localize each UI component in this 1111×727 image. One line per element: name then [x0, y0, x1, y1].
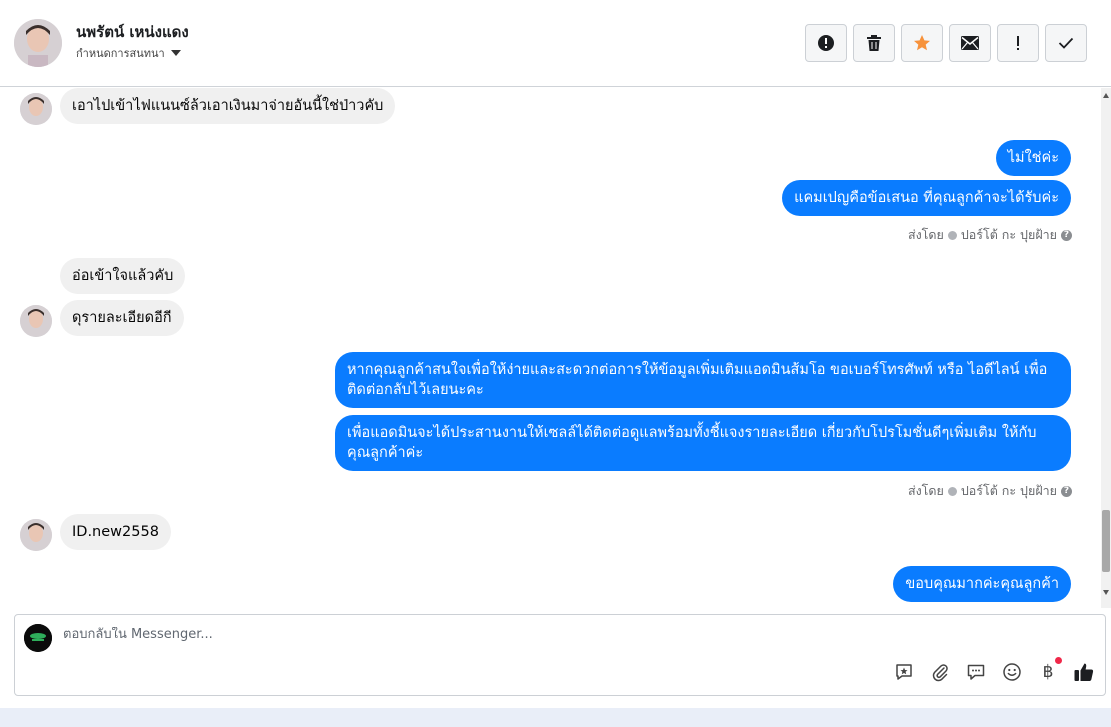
- incoming-message[interactable]: ดุรายละเอียดอีกี: [60, 300, 184, 336]
- incoming-message[interactable]: ID.new2558: [60, 514, 171, 550]
- assign-conversation-dropdown[interactable]: กำหนดการสนทนา: [76, 44, 181, 62]
- outgoing-message[interactable]: หากคุณลูกค้าสนใจเพื่อให้ง่ายและสะดวกต่อก…: [335, 352, 1071, 408]
- checkmark-icon: [1058, 37, 1074, 49]
- message-list[interactable]: เอาไปเข้าไฟแนนซ์ล้วเอาเงินมาจ่ายอันนี้ใช…: [0, 88, 1100, 603]
- trash-icon: [867, 35, 881, 51]
- incoming-message[interactable]: เอาไปเข้าไฟแนนซ์ล้วเอาเงินมาจ่ายอันนี้ใช…: [60, 88, 396, 124]
- sent-by-label: ส่งโดย: [907, 483, 944, 498]
- mark-unread-button[interactable]: [949, 24, 991, 62]
- outgoing-message[interactable]: ไม่ใช่ค่ะ: [995, 140, 1071, 176]
- scrollbar-thumb[interactable]: [1102, 510, 1110, 572]
- verified-icon: [947, 486, 957, 496]
- baht-icon[interactable]: ฿: [1037, 657, 1062, 683]
- contact-avatar-small: [20, 519, 52, 551]
- contact-avatar[interactable]: [14, 19, 62, 67]
- page-avatar: [24, 624, 52, 652]
- contact-name[interactable]: นพรัตน์ เหน่งแดง: [76, 20, 189, 44]
- alert-circle-icon: [818, 35, 834, 51]
- sender-name[interactable]: ปอร์โต้ กะ ปุยฝ้าย: [961, 481, 1057, 501]
- conversation-panel: นพรัตน์ เหน่งแดง กำหนดการสนทนา เอาไปเข้า…: [0, 0, 1111, 708]
- exclamation-icon: [1017, 36, 1019, 50]
- sender-name[interactable]: ปอร์โต้ กะ ปุยฝ้าย: [961, 225, 1057, 245]
- star-icon: [914, 35, 930, 51]
- conversation-header: นพรัตน์ เหน่งแดง กำหนดการสนทนา: [0, 0, 1111, 87]
- saved-reply-icon[interactable]: [893, 661, 915, 683]
- spam-button[interactable]: [805, 24, 847, 62]
- reply-composer: ฿: [14, 614, 1106, 696]
- chat-bubble-icon[interactable]: [965, 661, 987, 683]
- thumbs-up-icon[interactable]: [1073, 661, 1095, 683]
- contact-avatar-small: [20, 93, 52, 125]
- outgoing-message[interactable]: แคมเปญคือข้อเสนอ ที่คุณลูกค้าจะได้รับค่ะ: [782, 180, 1071, 216]
- mark-done-button[interactable]: [1045, 24, 1087, 62]
- star-button[interactable]: [901, 24, 943, 62]
- assign-label: กำหนดการสนทนา: [76, 47, 165, 60]
- contact-avatar-small: [20, 305, 52, 337]
- attachment-icon[interactable]: [929, 661, 951, 683]
- follow-up-button[interactable]: [997, 24, 1039, 62]
- outgoing-message[interactable]: ขอบคุณมากค่ะคุณลูกค้า: [893, 566, 1071, 602]
- chevron-down-icon: [170, 50, 181, 56]
- sent-by-row: ส่งโดย ปอร์โต้ กะ ปุยฝ้าย ?: [908, 225, 1072, 245]
- emoji-icon[interactable]: [1001, 661, 1023, 683]
- scroll-up-arrow-icon[interactable]: [1103, 93, 1109, 98]
- sent-by-row: ส่งโดย ปอร์โต้ กะ ปุยฝ้าย ?: [908, 481, 1072, 501]
- help-icon[interactable]: ?: [1061, 229, 1072, 241]
- conversation-actions: [805, 24, 1087, 62]
- sent-by-label: ส่งโดย: [907, 227, 944, 242]
- delete-button[interactable]: [853, 24, 895, 62]
- reply-input[interactable]: [63, 627, 863, 642]
- envelope-icon: [961, 36, 979, 50]
- incoming-message[interactable]: อ่อเข้าใจแล้วคับ: [60, 258, 186, 294]
- outgoing-message[interactable]: เพื่อแอดมินจะได้ประสานงานให้เซลล์ได้ติดต…: [335, 415, 1071, 471]
- composer-toolbar: ฿: [893, 657, 1095, 683]
- help-icon[interactable]: ?: [1061, 485, 1072, 497]
- scroll-down-arrow-icon[interactable]: [1103, 590, 1109, 595]
- notification-dot: [1055, 657, 1062, 664]
- verified-icon: [947, 230, 957, 240]
